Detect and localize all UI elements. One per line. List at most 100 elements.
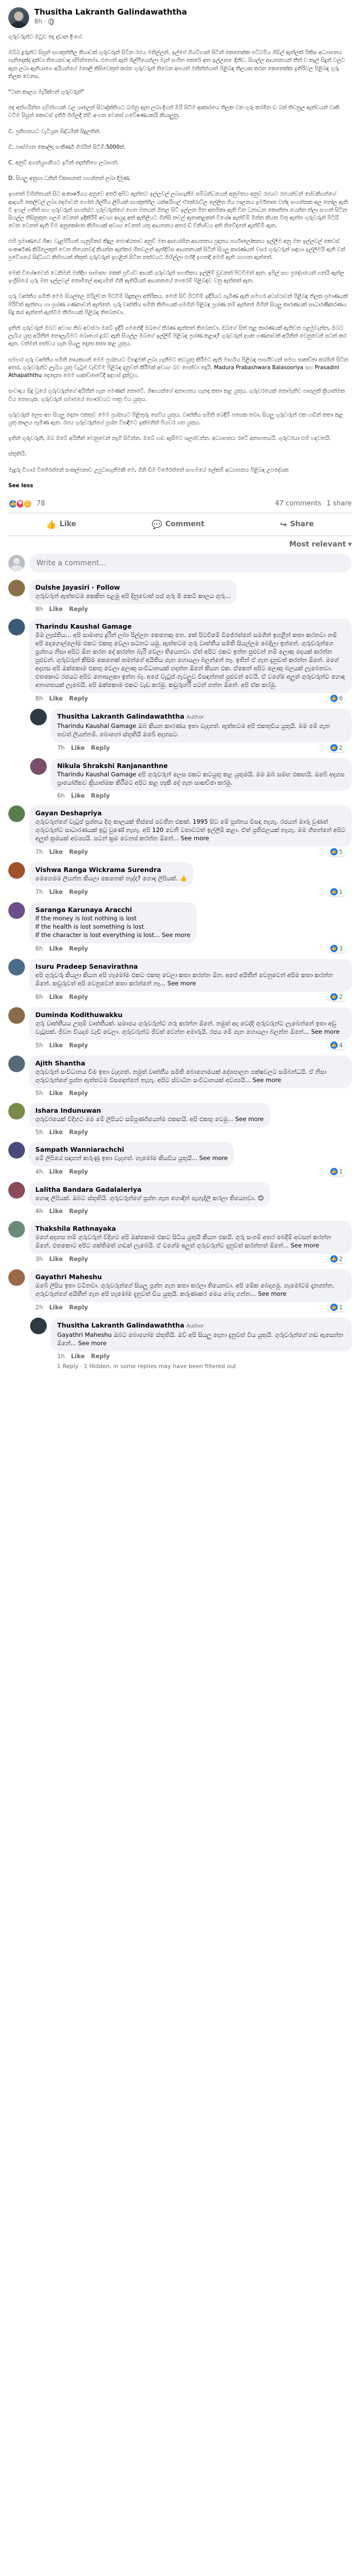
commenter-name[interactable]: Gayathri Maheshu — [35, 1273, 345, 1281]
commenter-name-text[interactable]: Thusitha Lakranth Galindawaththa — [57, 1321, 184, 1329]
comment-reply-button[interactable]: Reply — [69, 945, 88, 952]
commenter-avatar[interactable] — [8, 862, 25, 879]
reactions-summary[interactable]: 👍 ♥ ☺ 78 — [8, 499, 45, 509]
commenter-name[interactable]: Ishara Indunuwan — [35, 1107, 264, 1115]
comment-reactions[interactable]: 👍 4 — [327, 1040, 345, 1049]
commenter-avatar[interactable] — [8, 805, 25, 822]
comment-reply-button[interactable]: Reply — [69, 1207, 88, 1215]
commenter-avatar[interactable] — [30, 758, 47, 775]
comment-reply-button[interactable]: Reply — [69, 1089, 88, 1097]
shares-count[interactable]: 1 share — [327, 500, 352, 508]
comment-reactions[interactable]: 👍 2 — [327, 743, 345, 752]
comments-count[interactable]: 47 comments — [275, 500, 321, 508]
author-avatar[interactable] — [8, 7, 29, 28]
commenter-name-text[interactable]: Dulshe Jayasiri · Follow — [35, 583, 120, 591]
comment-like-button[interactable]: Like — [49, 1304, 63, 1311]
comment-reply-button[interactable]: Reply — [69, 1168, 88, 1175]
comment-time[interactable]: 7h — [35, 848, 43, 855]
commenter-name[interactable]: Sampath Wanniarachchi — [35, 1146, 228, 1154]
commenter-name[interactable]: Saranga Karunaya Aracchi — [35, 906, 190, 914]
comment-time[interactable]: 5h — [35, 1089, 43, 1097]
commenter-name[interactable]: Nikula Shrakshi Ranjananthne — [57, 762, 345, 770]
comment-reactions[interactable]: 👍 1 — [327, 887, 345, 896]
commenter-name[interactable]: Thusitha Lakranth Galindawaththa Author — [57, 1321, 345, 1331]
comment-like-button[interactable]: Like — [49, 695, 63, 702]
commenter-avatar[interactable] — [8, 1102, 25, 1120]
comment-time[interactable]: 1h — [57, 1352, 65, 1360]
comment-time[interactable]: 2h — [35, 1304, 43, 1311]
commenter-avatar[interactable] — [8, 1181, 25, 1199]
commenter-name-text[interactable]: Vishwa Ranga Wickrama Surendra — [35, 866, 161, 874]
comment-input[interactable] — [29, 553, 352, 573]
comment-like-button[interactable]: Like — [49, 1128, 63, 1136]
commenter-name[interactable]: Thakshila Rathnayaka — [35, 1225, 345, 1233]
commenter-name-text[interactable]: Lalitha Bandara Gadalaleriya — [35, 1186, 141, 1193]
commenter-avatar[interactable] — [8, 1220, 25, 1238]
comment-reply-button[interactable]: Reply — [69, 605, 88, 613]
comment-time[interactable]: 4h — [35, 1207, 43, 1215]
commenter-name-text[interactable]: Thakshila Rathnayaka — [35, 1225, 116, 1232]
comment-reactions[interactable]: 👍 1 — [327, 1167, 345, 1176]
comment-time[interactable]: 6h — [35, 945, 43, 952]
comment-reactions[interactable]: 👍 2 — [327, 1254, 345, 1263]
commenter-name[interactable]: Ajith Shantha — [35, 1059, 345, 1068]
comment-like-button[interactable]: Like — [71, 792, 85, 799]
commenter-name[interactable]: Tharindu Kaushal Gamage — [35, 622, 345, 631]
commenter-avatar[interactable] — [30, 708, 47, 725]
commenter-avatar[interactable] — [8, 1007, 25, 1024]
comment-time[interactable]: 5h — [35, 1042, 43, 1049]
commenter-name-text[interactable]: Ishara Indunuwan — [35, 1107, 101, 1114]
comment-like-button[interactable]: Like — [49, 945, 63, 952]
comment-time[interactable]: 4h — [35, 1168, 43, 1175]
comment-reply-button[interactable]: Reply — [91, 744, 110, 751]
comment-time[interactable]: 7h — [57, 744, 65, 751]
comment-time[interactable]: 3h — [35, 1255, 43, 1263]
comment-reply-button[interactable]: Reply — [69, 888, 88, 895]
comment-reply-button[interactable]: Reply — [91, 792, 110, 799]
commenter-name-text[interactable]: Isuru Pradeep Senavirathna — [35, 962, 138, 970]
comment-time[interactable]: 6h — [35, 993, 43, 1000]
commenter-avatar[interactable] — [8, 618, 25, 635]
commenter-avatar[interactable] — [8, 579, 25, 596]
see-less-link[interactable]: See less — [8, 483, 33, 489]
comment-like-button[interactable]: Like — [49, 1168, 63, 1175]
comment-reply-button[interactable]: Reply — [69, 695, 88, 702]
commenter-avatar[interactable] — [8, 1269, 25, 1286]
commenter-name-text[interactable]: Nikula Shrakshi Ranjananthne — [57, 762, 168, 770]
comment-like-button[interactable]: Like — [49, 993, 63, 1000]
comment-reply-button[interactable]: Reply — [69, 848, 88, 855]
comment-time[interactable]: 7h — [35, 888, 43, 895]
post-time[interactable]: 8h — [34, 17, 42, 25]
comment-reactions[interactable]: 👍 2 — [327, 992, 345, 1001]
comment-button[interactable]: 💬 Comment — [145, 515, 210, 534]
commenter-avatar[interactable] — [8, 958, 25, 975]
commenter-name-text[interactable]: Duminda Kodithuwakku — [35, 1011, 123, 1019]
commenter-avatar[interactable] — [30, 1317, 47, 1334]
author-name[interactable]: Thusitha Lakranth Galindawaththa — [34, 7, 352, 17]
commenter-name-text[interactable]: Sampath Wanniarachchi — [35, 1146, 124, 1153]
comment-like-button[interactable]: Like — [49, 605, 63, 613]
comment-reply-button[interactable]: Reply — [69, 1255, 88, 1263]
commenter-name[interactable]: Thusitha Lakranth Galindawaththa Author — [57, 712, 345, 722]
comment-reply-button[interactable]: Reply — [69, 1128, 88, 1136]
comment-like-button[interactable]: Like — [71, 1352, 85, 1360]
commenter-name-text[interactable]: Saranga Karunaya Aracchi — [35, 906, 132, 914]
comment-reply-button[interactable]: Reply — [69, 993, 88, 1000]
comment-like-button[interactable]: Like — [49, 1089, 63, 1097]
commenter-name-text[interactable]: Thusitha Lakranth Galindawaththa — [57, 712, 184, 720]
commenter-name[interactable]: Dulshe Jayasiri · Follow — [35, 583, 231, 592]
comment-reactions[interactable]: 👍 6 — [327, 694, 345, 702]
commenter-name-text[interactable]: Tharindu Kaushal Gamage — [35, 622, 131, 630]
comment-like-button[interactable]: Like — [49, 1042, 63, 1049]
comment-like-button[interactable]: Like — [71, 744, 85, 751]
comment-like-button[interactable]: Like — [49, 1207, 63, 1215]
commenter-avatar[interactable] — [8, 1141, 25, 1159]
comment-like-button[interactable]: Like — [49, 848, 63, 855]
commenter-name[interactable]: Vishwa Ranga Wickrama Surendra — [35, 866, 187, 874]
commenter-name-text[interactable]: Gayathri Maheshu — [35, 1273, 102, 1281]
comment-time[interactable]: 5h — [35, 1128, 43, 1136]
comment-time[interactable]: 8h — [35, 605, 43, 613]
comment-reactions[interactable]: 👍 1 — [327, 1303, 345, 1311]
commenter-name-text[interactable]: Gayan Deshapriya — [35, 809, 102, 817]
comment-like-button[interactable]: Like — [49, 888, 63, 895]
